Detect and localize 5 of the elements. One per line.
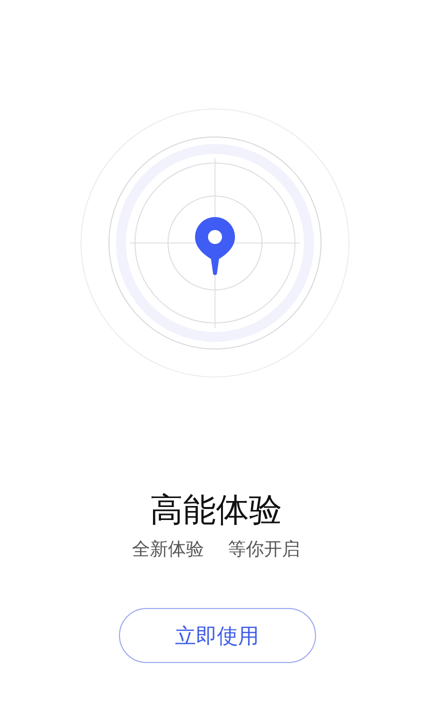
start-button[interactable]: 立即使用 — [118, 608, 316, 663]
subtitle: 全新体验 — [132, 538, 204, 562]
subtitle: 等你开启 — [228, 538, 300, 562]
location-pin-icon — [195, 217, 235, 275]
title: 高能体验 — [150, 490, 282, 530]
